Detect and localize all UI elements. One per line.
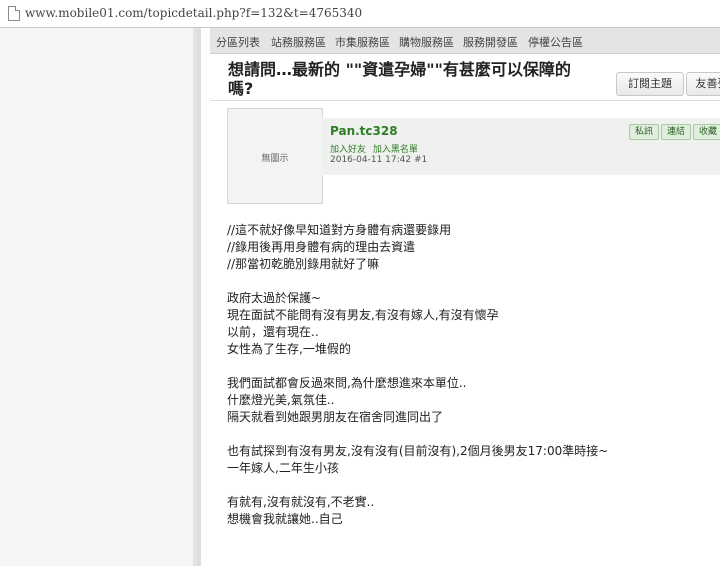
friendly-print-button[interactable]: 友善列 — [686, 72, 720, 96]
topic-title: 想請問…最新的 ""資遣孕婦""有甚麼可以保障的 嗎? — [228, 60, 598, 98]
nav-item-site-service[interactable]: 站務服務區 — [271, 34, 326, 50]
post-line: //那當初乾脆別錄用就好了嘛 — [227, 257, 380, 271]
post-line: 我們面試都會反過來問,為什麼想進來本單位.. — [227, 376, 467, 390]
post-line: 政府太過於保護~ — [227, 291, 322, 305]
bookmark-button[interactable]: 收藏 — [693, 124, 720, 140]
post-line: 想機會我就讓她..自己 — [227, 512, 343, 526]
post-line: 一年嫁人,二年生小孩 — [227, 461, 339, 475]
post-line: 什麼燈光美,氣氛佳.. — [227, 393, 335, 407]
left-gutter — [0, 28, 201, 566]
post-meta: 2016-04-11 17:42 #1 — [330, 155, 428, 165]
address-bar[interactable]: www.mobile01.com/topicdetail.php?f=132&t… — [0, 0, 720, 28]
nav-item-shopping-service[interactable]: 購物服務區 — [399, 34, 454, 50]
main-content: 分區列表 站務服務區 市集服務區 購物服務區 服務開發區 停權公告區 想請問…最… — [210, 28, 720, 566]
avatar-placeholder-text: 無圖示 — [261, 154, 289, 164]
title-divider — [210, 100, 720, 101]
page-icon — [8, 6, 20, 21]
avatar: 無圖示 — [227, 108, 323, 204]
url-text[interactable]: www.mobile01.com/topicdetail.php?f=132&t… — [25, 6, 362, 20]
user-links: 加入好友 加入黑名單 — [330, 142, 422, 155]
post-line — [227, 426, 717, 443]
topic-title-line2: 嗎? — [228, 79, 254, 98]
post-line: 女性為了生存,一堆假的 — [227, 342, 351, 356]
topic-title-line1: 想請問…最新的 ""資遣孕婦""有甚麼可以保障的 — [228, 60, 571, 79]
nav-item-zones[interactable]: 分區列表 — [216, 34, 260, 50]
user-name-link[interactable]: Pan.tc328 — [330, 124, 398, 138]
post-line: 也有試探到有沒有男友,沒有沒有(目前沒有),2個月後男友17:00準時接~ — [227, 444, 609, 458]
nav-item-market-service[interactable]: 市集服務區 — [335, 34, 390, 50]
post-line: 有就有,沒有就沒有,不老實.. — [227, 495, 375, 509]
subscribe-topic-button[interactable]: 訂閱主題 — [616, 72, 684, 96]
link-button[interactable]: 連結 — [661, 124, 691, 140]
nav-item-suspension-notice[interactable]: 停權公告區 — [528, 34, 583, 50]
nav-item-dev-service[interactable]: 服務開發區 — [463, 34, 518, 50]
post-body: //這不就好像早知道對方身體有病還要錄用 //錄用後再用身體有病的理由去資遣 /… — [227, 222, 717, 528]
post-line: //這不就好像早知道對方身體有病還要錄用 — [227, 223, 452, 237]
post-line — [227, 358, 717, 375]
gutter-edge — [193, 28, 201, 566]
post-line: //錄用後再用身體有病的理由去資遣 — [227, 240, 416, 254]
forum-nav: 分區列表 站務服務區 市集服務區 購物服務區 服務開發區 停權公告區 — [210, 28, 720, 54]
post-line: 隔天就看到她跟男朋友在宿舍同進同出了 — [227, 410, 444, 424]
user-info-panel: Pan.tc328 加入好友 加入黑名單 2016-04-11 17:42 #1… — [322, 118, 720, 175]
post-line: 現在面試不能問有沒有男友,有沒有嫁人,有沒有懷孕 — [227, 308, 499, 322]
post-line — [227, 273, 717, 290]
add-friend-link[interactable]: 加入好友 — [330, 145, 366, 155]
add-blacklist-link[interactable]: 加入黑名單 — [373, 145, 418, 155]
post-line: 以前，還有現在.. — [227, 325, 319, 339]
post-line — [227, 477, 717, 494]
private-message-button[interactable]: 私訊 — [629, 124, 659, 140]
